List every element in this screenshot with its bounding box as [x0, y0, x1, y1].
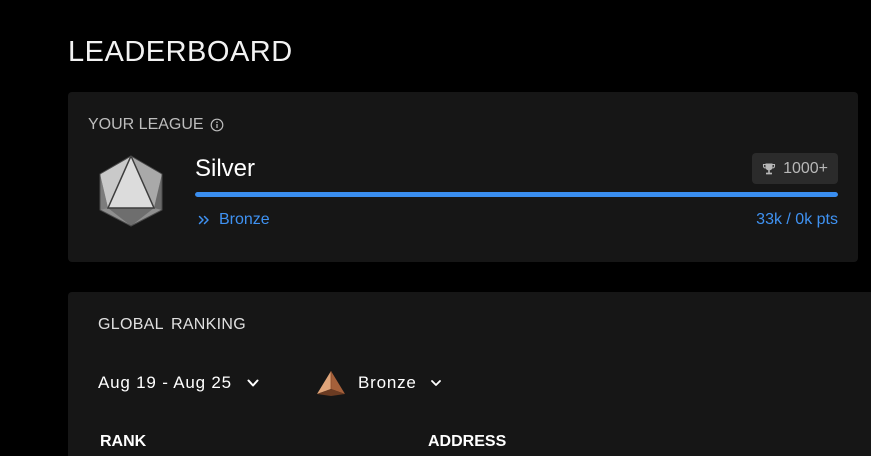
bronze-pyramid-icon: [316, 369, 346, 397]
league-progress-fill: [195, 192, 838, 197]
date-range-select[interactable]: Aug 19 - Aug 25: [98, 373, 260, 393]
league-filter-value: Bronze: [358, 373, 417, 392]
global-ranking-title: GLOBAL RANKING: [98, 316, 246, 333]
your-league-card: YOUR LEAGUE Silver 1000+ Bronze 33k / 0k…: [68, 92, 858, 262]
next-league-link[interactable]: Bronze: [197, 211, 270, 229]
info-icon[interactable]: [210, 118, 224, 132]
date-range-value: Aug 19 - Aug 25: [98, 373, 232, 392]
league-filter-select[interactable]: Bronze: [316, 369, 443, 397]
rank-badge-value: 1000+: [783, 159, 828, 177]
rank-badge: 1000+: [752, 153, 838, 184]
league-progress-bar: [195, 192, 838, 197]
current-league-name: Silver: [195, 155, 256, 182]
silver-league-emblem-icon: [98, 154, 164, 228]
next-league-name: Bronze: [219, 211, 270, 228]
your-league-header: YOUR LEAGUE: [88, 116, 224, 134]
column-header-address: ADDRESS: [428, 433, 507, 450]
column-header-rank: RANK: [100, 433, 147, 450]
trophy-icon: [762, 162, 776, 176]
global-ranking-card: GLOBAL RANKING Aug 19 - Aug 25 Bronze RA…: [68, 292, 871, 456]
page-title: LEADERBOARD: [68, 36, 293, 68]
your-league-label: YOUR LEAGUE: [88, 116, 204, 133]
chevron-down-icon: [246, 376, 260, 390]
league-points: 33k / 0k pts: [756, 211, 838, 228]
chevron-down-icon: [429, 376, 443, 390]
double-chevron-right-icon: [197, 213, 211, 227]
